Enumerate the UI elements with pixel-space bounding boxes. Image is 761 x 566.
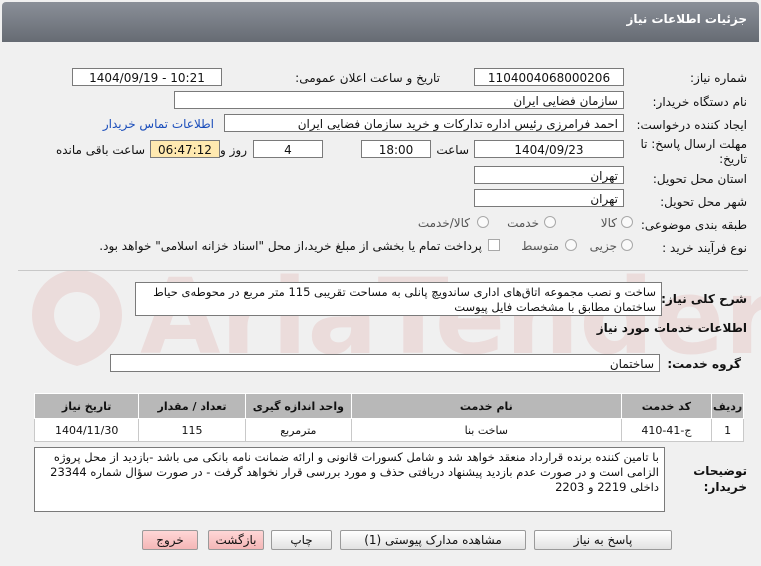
treasury-payment-checkbox[interactable]: [488, 239, 500, 251]
buyer-org-label: نام دستگاه خریدار:: [652, 95, 748, 109]
exit-button[interactable]: خروج: [142, 530, 198, 550]
category-radio-goods-service[interactable]: [477, 216, 489, 228]
col-header-code: کد خدمت: [620, 393, 713, 419]
category-radio-service[interactable]: [544, 216, 556, 228]
category-option-goods: کالا: [600, 216, 617, 230]
creator-field: احمد فرامرزی رئیس اداره تدارکات و خرید س…: [224, 114, 624, 132]
service-group-label: گروه خدمت:: [667, 357, 741, 371]
cell-row-number: 1: [711, 418, 744, 442]
print-button[interactable]: چاپ: [271, 530, 332, 550]
page-title: جزئیات اطلاعات نیاز: [626, 12, 747, 26]
cell-service-name: ساخت بنا: [351, 418, 622, 442]
category-option-goods-service: کالا/خدمت: [417, 216, 470, 230]
treasury-payment-label: پرداخت تمام یا بخشی از مبلغ خرید،از محل …: [99, 239, 482, 253]
cell-unit: مترمربع: [244, 418, 353, 442]
process-radio-minor[interactable]: [621, 239, 633, 251]
col-header-date: تاریخ نیاز: [33, 393, 140, 419]
buyer-org-field: سازمان فضایی ایران: [174, 91, 624, 109]
cell-need-date: 1404/11/30: [33, 418, 140, 442]
buyer-notes-field: با تامین کننده برنده قرارداد منعقد خواهد…: [34, 447, 665, 512]
deadline-time-label: ساعت: [436, 143, 469, 157]
service-group-field: ساختمان: [110, 354, 660, 372]
deadline-label: مهلت ارسال پاسخ: تا تاریخ:: [640, 137, 747, 166]
province-label: استان محل تحویل:: [652, 172, 747, 186]
process-label: نوع فرآیند خرید :: [662, 241, 747, 255]
process-option-minor: جزیی: [589, 239, 617, 253]
col-header-row: ردیف: [711, 393, 744, 419]
city-label: شهر محل تحویل:: [660, 195, 747, 209]
col-header-unit: واحد اندازه گیری: [244, 393, 353, 419]
reply-button[interactable]: پاسخ به نیاز: [534, 530, 672, 550]
summary-label: شرح کلی نیاز:: [661, 292, 747, 306]
remaining-label: ساعت باقی مانده: [55, 143, 145, 157]
announce-field: 1404/09/19 - 10:21: [72, 68, 222, 86]
category-radio-goods[interactable]: [621, 216, 633, 228]
back-button[interactable]: بازگشت: [208, 530, 264, 550]
services-title: اطلاعات خدمات مورد نیاز: [596, 321, 747, 335]
creator-label: ایجاد کننده درخواست:: [636, 118, 747, 132]
contact-info-link[interactable]: اطلاعات تماس خریدار: [103, 117, 214, 131]
category-label: طبقه بندی موضوعی:: [640, 218, 747, 232]
table-row: 1 ج-41-410 ساخت بنا مترمربع 115 1404/11/…: [33, 418, 744, 442]
section-divider: [18, 270, 748, 271]
remaining-time-field: 06:47:12: [150, 140, 220, 158]
days-label: روز و: [220, 143, 247, 157]
services-table: ردیف کد خدمت نام خدمت واحد اندازه گیری ت…: [33, 393, 744, 442]
days-field: 4: [253, 140, 323, 158]
col-header-quantity: تعداد / مقدار: [138, 393, 246, 419]
deadline-date-field: 1404/09/23: [474, 140, 624, 158]
deadline-time-field: 18:00: [361, 140, 431, 158]
province-field: تهران: [474, 166, 624, 184]
cell-service-code: ج-41-410: [620, 418, 713, 442]
category-option-service: خدمت: [507, 216, 539, 230]
summary-field: ساخت و نصب مجموعه اتاق‌های اداری ساندویچ…: [135, 282, 662, 316]
process-radio-medium[interactable]: [565, 239, 577, 251]
need-number-label: شماره نیاز:: [690, 71, 747, 85]
cell-quantity: 115: [138, 418, 246, 442]
view-attachments-button[interactable]: مشاهده مدارک پیوستی (1): [340, 530, 526, 550]
buyer-notes-label: توضیحات خریدار:: [693, 464, 747, 494]
col-header-name: نام خدمت: [351, 393, 622, 419]
need-number-field: 1104004068000206: [474, 68, 624, 86]
city-field: تهران: [474, 189, 624, 207]
process-option-medium: متوسط: [521, 239, 559, 253]
announce-label: تاریخ و ساعت اعلان عمومی:: [295, 71, 440, 85]
